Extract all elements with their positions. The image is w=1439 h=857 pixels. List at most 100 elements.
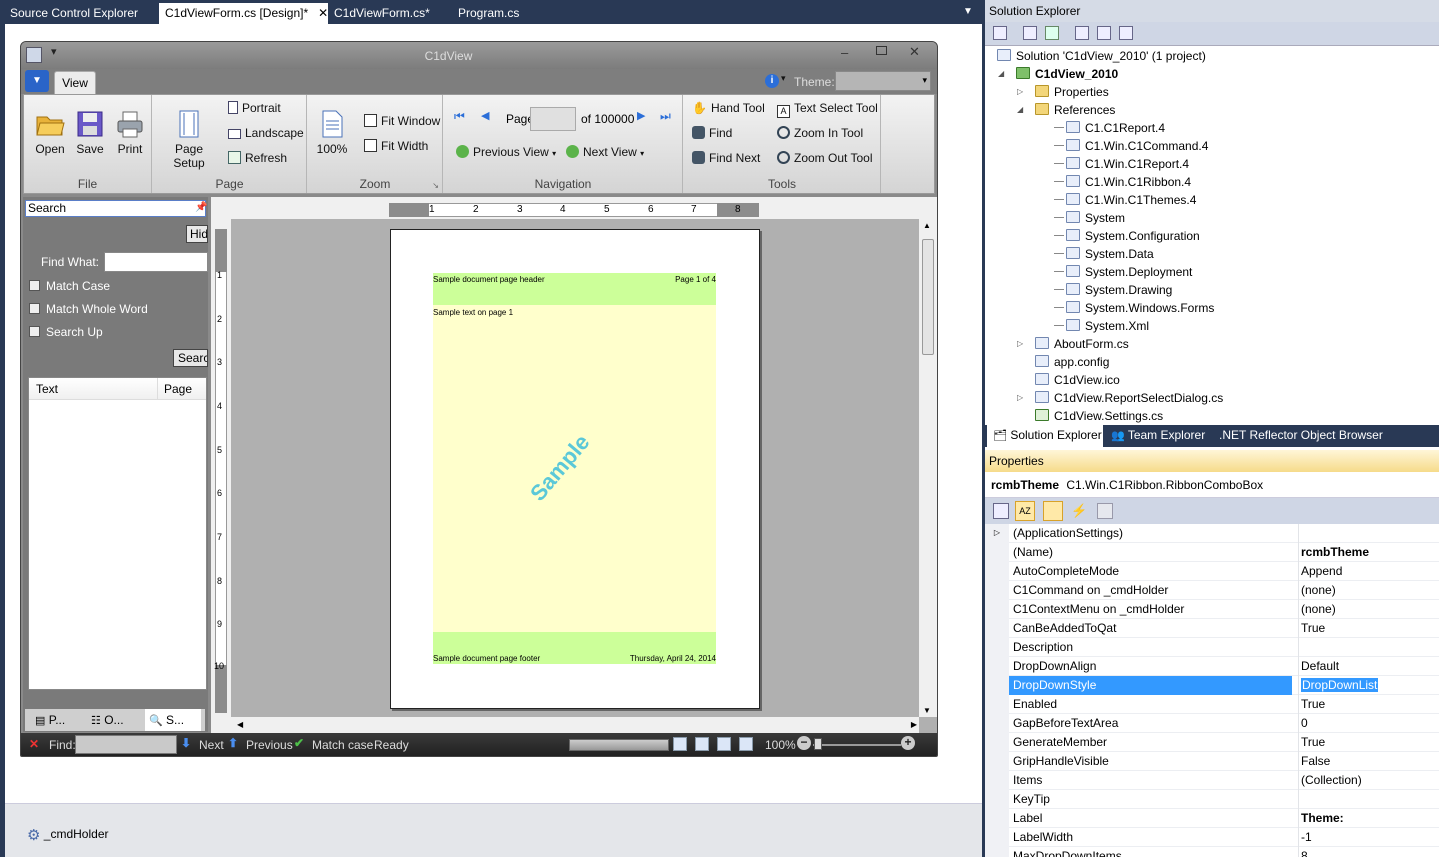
- tree-item[interactable]: C1.C1Report.4: [1054, 119, 1165, 137]
- match-case-toggle[interactable]: Match case: [312, 738, 373, 752]
- properties-toolbar-icon[interactable]: [993, 26, 1007, 40]
- property-value[interactable]: rcmbTheme: [1298, 543, 1439, 562]
- property-row[interactable]: Items (Collection): [985, 771, 1439, 790]
- tree-item[interactable]: System.Data: [1054, 245, 1154, 263]
- page-setup-button[interactable]: Page Setup: [159, 109, 219, 170]
- column-header-text[interactable]: Text: [36, 382, 58, 396]
- tree-item[interactable]: System: [1054, 209, 1125, 227]
- property-row[interactable]: Description: [985, 638, 1439, 657]
- tree-item[interactable]: app.config: [1035, 353, 1109, 371]
- tab-c1dviewform-code[interactable]: C1dViewForm.cs*: [328, 3, 436, 24]
- search-results-list[interactable]: Text Page: [28, 377, 207, 690]
- scroll-up-icon[interactable]: ▲: [923, 221, 931, 230]
- fit-width-button[interactable]: Fit Width: [364, 139, 428, 153]
- property-row[interactable]: C1Command on _cmdHolder (none): [985, 581, 1439, 600]
- property-value[interactable]: False: [1298, 752, 1439, 771]
- zoom-slider-thumb[interactable]: [814, 738, 822, 750]
- property-row[interactable]: DropDownStyle DropDownList: [985, 676, 1439, 695]
- property-row[interactable]: ▷ (ApplicationSettings): [985, 524, 1439, 543]
- hand-tool-button[interactable]: ✋ Hand Tool: [692, 101, 765, 115]
- property-row[interactable]: CanBeAddedToQat True: [985, 619, 1439, 638]
- help-dropdown-icon[interactable]: ▾: [781, 73, 786, 84]
- facing-view-icon[interactable]: [717, 737, 731, 751]
- tab-program[interactable]: Program.cs: [452, 3, 525, 24]
- tree-item[interactable]: C1.Win.C1Command.4: [1054, 137, 1208, 155]
- column-header-page[interactable]: Page: [157, 378, 192, 400]
- zoom-out-icon[interactable]: −: [797, 736, 811, 750]
- tree-item[interactable]: System.Configuration: [1054, 227, 1200, 245]
- property-pages-icon[interactable]: [1097, 503, 1113, 519]
- property-value[interactable]: 0: [1298, 714, 1439, 733]
- previous-view-button[interactable]: Previous View ▾: [456, 145, 556, 159]
- scroll-left-icon[interactable]: ◀: [237, 720, 243, 729]
- tree-item[interactable]: ◢ C1dView_2010: [998, 65, 1118, 83]
- tab-team-explorer[interactable]: 👥 Team Explorer: [1111, 428, 1205, 442]
- property-value[interactable]: True: [1298, 619, 1439, 638]
- view-code-icon[interactable]: [1075, 26, 1089, 40]
- save-button[interactable]: Save: [72, 109, 108, 156]
- search-up-checkbox[interactable]: Search Up: [29, 325, 103, 339]
- property-row[interactable]: LabelWidth -1: [985, 828, 1439, 847]
- tree-item[interactable]: C1dView.ico: [1035, 371, 1120, 389]
- categorized-icon[interactable]: [993, 503, 1009, 519]
- selected-value[interactable]: DropDownList: [1301, 678, 1379, 692]
- property-row[interactable]: DropDownAlign Default: [985, 657, 1439, 676]
- property-value[interactable]: Default: [1298, 657, 1439, 676]
- refresh-icon[interactable]: [1045, 26, 1059, 40]
- class-diagram-icon[interactable]: [1119, 26, 1133, 40]
- find-button[interactable]: Find: [692, 126, 732, 140]
- property-value[interactable]: (Collection): [1298, 771, 1439, 790]
- tree-item[interactable]: ▷ Properties: [1017, 83, 1109, 101]
- tree-item[interactable]: ◢ References: [1017, 101, 1115, 119]
- tab-source-control-explorer[interactable]: Source Control Explorer: [4, 3, 144, 24]
- property-row[interactable]: MaxDropDownItems 8: [985, 847, 1439, 857]
- page-number-input[interactable]: [530, 107, 576, 131]
- property-value[interactable]: (none): [1298, 600, 1439, 619]
- tree-item[interactable]: C1.Win.C1Report.4: [1054, 155, 1189, 173]
- property-row[interactable]: (Name) rcmbTheme: [985, 543, 1439, 562]
- find-input[interactable]: [75, 735, 177, 754]
- hide-button[interactable]: Hide: [186, 225, 208, 243]
- properties-view-icon[interactable]: [1043, 501, 1063, 521]
- tree-item[interactable]: C1.Win.C1Ribbon.4: [1054, 173, 1191, 191]
- property-value[interactable]: Theme:: [1298, 809, 1439, 828]
- next-view-button[interactable]: Next View ▾: [566, 145, 644, 159]
- preview-pane[interactable]: 1 2 3 4 5 6 7 8 1 2 3 4 5 6 7 8 9 10 Sam…: [211, 197, 937, 737]
- tree-item[interactable]: ▷ C1dView.ReportSelectDialog.cs: [1017, 389, 1223, 407]
- property-value[interactable]: True: [1298, 733, 1439, 752]
- property-value[interactable]: Append: [1298, 562, 1439, 581]
- events-icon[interactable]: ⚡: [1071, 503, 1087, 519]
- minimize-icon[interactable]: –: [841, 45, 848, 60]
- first-page-icon[interactable]: ⏮: [454, 109, 465, 124]
- print-button[interactable]: Print: [112, 109, 148, 156]
- multi-page-view-icon[interactable]: [739, 737, 753, 751]
- tree-item[interactable]: Solution 'C1dView_2010' (1 project): [997, 47, 1206, 65]
- zoom-value-button[interactable]: 100%: [314, 109, 350, 156]
- tree-item[interactable]: System.Windows.Forms: [1054, 299, 1214, 317]
- scroll-thumb[interactable]: [922, 239, 934, 355]
- text-select-tool-button[interactable]: A Text Select Tool: [777, 101, 878, 118]
- property-row[interactable]: Label Theme:: [985, 809, 1439, 828]
- match-case-checkbox[interactable]: Match Case: [29, 279, 110, 293]
- maximize-icon[interactable]: [876, 46, 887, 55]
- tree-item[interactable]: C1dView.Settings.cs: [1035, 407, 1163, 425]
- property-row[interactable]: C1ContextMenu on _cmdHolder (none): [985, 600, 1439, 619]
- next-page-icon[interactable]: ▶: [637, 109, 645, 122]
- collapsed-icon[interactable]: ▷: [1017, 83, 1023, 101]
- tab-search[interactable]: 🔍 S...: [145, 709, 201, 731]
- tab-dropdown-icon[interactable]: ▼: [963, 6, 973, 17]
- zoom-in-tool-button[interactable]: Zoom In Tool: [777, 126, 863, 140]
- property-value[interactable]: [1298, 790, 1439, 809]
- tree-item[interactable]: System.Xml: [1054, 317, 1149, 335]
- single-page-view-icon[interactable]: [673, 737, 687, 751]
- collapsed-icon[interactable]: ▷: [1017, 389, 1023, 407]
- previous-page-icon[interactable]: ◀: [481, 109, 489, 122]
- tab-outline[interactable]: ☷ O...: [91, 713, 124, 727]
- tree-item[interactable]: System.Deployment: [1054, 263, 1192, 281]
- zoom-out-tool-button[interactable]: Zoom Out Tool: [777, 151, 872, 165]
- scroll-down-icon[interactable]: ▼: [923, 706, 931, 715]
- c1dview-form[interactable]: ▾ C1dView – ✕ ▼ View i ▾ Theme: ▾ Open S…: [20, 41, 938, 757]
- dialog-launcher-icon[interactable]: ↘: [432, 181, 439, 190]
- property-row[interactable]: GapBeforeTextArea 0: [985, 714, 1439, 733]
- view-designer-icon[interactable]: [1097, 26, 1111, 40]
